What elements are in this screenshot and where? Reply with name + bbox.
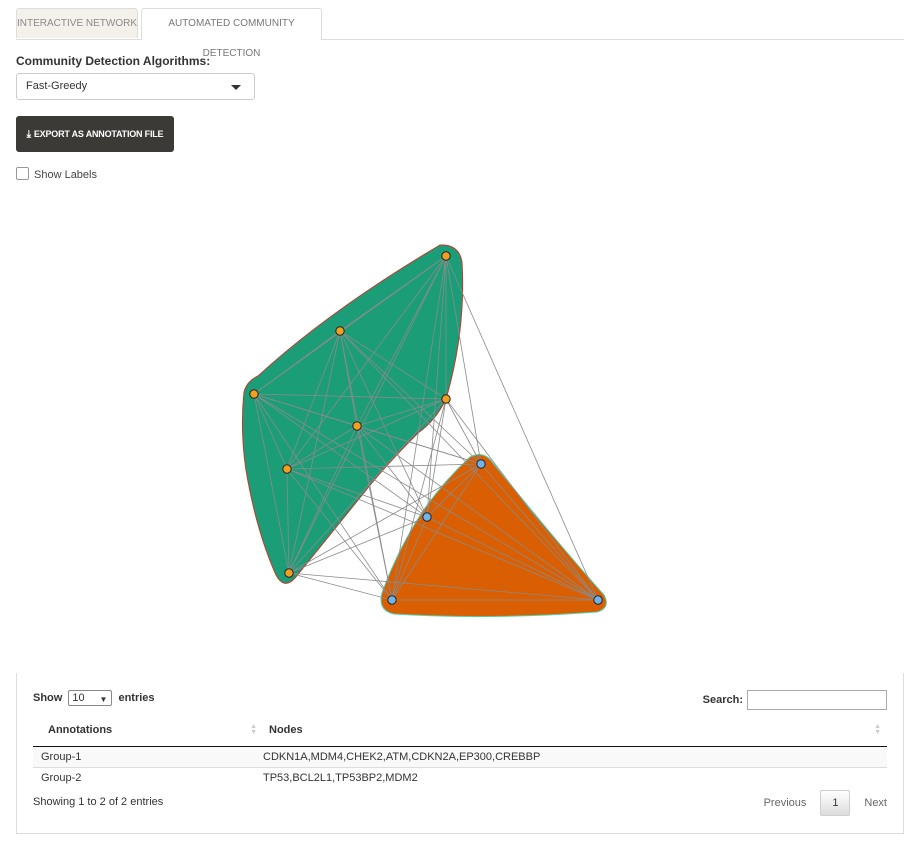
group-1-node[interactable]	[441, 251, 451, 261]
group-1-node[interactable]	[441, 394, 451, 404]
annotation-table: Annotations ▲ ▼ Nodes ▲ ▼ Group-1 CDKN1A,MDM…	[33, 714, 887, 788]
column-header-nodes[interactable]: Nodes ▲ ▼	[263, 714, 887, 747]
table-row: Group-1 CDKN1A,MDM4,CHEK2,ATM,CDKN2A,EP3…	[33, 746, 887, 768]
column-header-annotations[interactable]: Annotations ▲ ▼	[33, 714, 263, 747]
table-search: Search:	[703, 690, 887, 710]
search-input[interactable]	[747, 690, 887, 710]
group-1-node[interactable]	[249, 389, 259, 399]
row-annotation: Group-1	[33, 746, 263, 768]
row-nodes: CDKN1A,MDM4,CHEK2,ATM,CDKN2A,EP300,CREBB…	[263, 746, 887, 768]
group-1-node[interactable]	[335, 326, 345, 336]
sort-icon: ▲ ▼	[874, 723, 881, 736]
chevron-down-icon: ▼	[99, 695, 108, 704]
page-1-button[interactable]: 1	[820, 790, 851, 816]
sort-icon: ▲ ▼	[250, 723, 257, 736]
entries-length-select[interactable]: 10 ▼	[68, 690, 113, 706]
group-2-node[interactable]	[422, 512, 432, 522]
search-label: Search:	[702, 693, 743, 706]
entries-length-control: Show 10 ▼ entries	[33, 690, 155, 706]
row-annotation: Group-2	[41, 772, 82, 784]
group-1-node[interactable]	[284, 568, 294, 578]
pagination: Previous 1 Next	[764, 790, 887, 816]
column-header-label: Nodes	[269, 724, 303, 736]
table-row: Group-2 TP53,BCL2L1,TP53BP2,MDM2	[33, 768, 887, 789]
group-1-node[interactable]	[352, 421, 362, 431]
annotation-table-panel: Show 10 ▼ entries Search: Annotations ▲ ▼ N…	[16, 673, 904, 834]
next-page-button[interactable]: Next	[864, 797, 887, 809]
row-nodes: TP53,BCL2L1,TP53BP2,MDM2	[263, 772, 418, 784]
previous-page-button[interactable]: Previous	[764, 797, 807, 809]
group-2-node[interactable]	[476, 459, 486, 469]
table-info: Showing 1 to 2 of 2 entries	[33, 796, 164, 808]
entries-length-value: 10	[72, 692, 85, 704]
group-2-node[interactable]	[593, 595, 603, 605]
group-2-node[interactable]	[387, 595, 397, 605]
group-1-node[interactable]	[282, 464, 292, 474]
network-graph	[241, 244, 607, 618]
length-label-pre: Show	[33, 691, 63, 704]
length-label-post: entries	[118, 691, 155, 704]
column-header-label: Annotations	[48, 724, 113, 736]
